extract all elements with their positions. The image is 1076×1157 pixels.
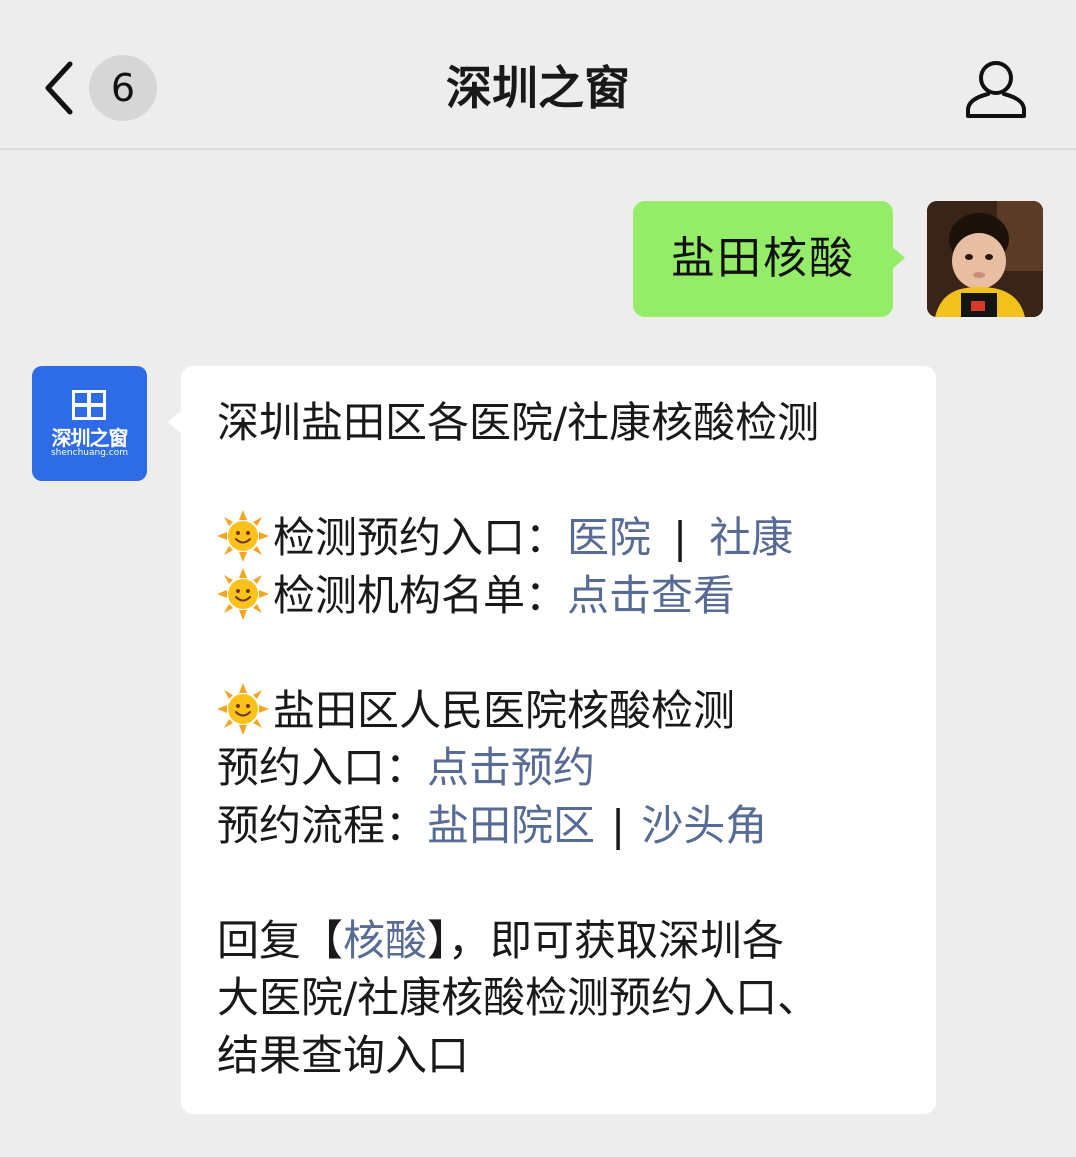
booking-flow-line: 预约流程：盐田院区 | 沙头角 bbox=[217, 798, 767, 854]
keyword-link[interactable]: 核酸 bbox=[343, 916, 427, 965]
appointment-label: 检测预约入口： bbox=[273, 513, 568, 562]
sun-emoji-icon bbox=[217, 510, 269, 562]
profile-icon[interactable] bbox=[964, 58, 1028, 120]
reply-hint-line-1: 回复【核酸】，即可获取深圳各 bbox=[217, 913, 784, 969]
view-list-link[interactable]: 点击查看 bbox=[567, 571, 735, 620]
booking-entry-label: 预约入口： bbox=[217, 743, 428, 792]
hospital-link[interactable]: 医院 bbox=[567, 513, 651, 562]
message-heading: 深圳盐田区各医院/社康核酸检测 bbox=[217, 398, 820, 447]
appointment-entry-line: 检测预约入口：医院 | 社康 bbox=[217, 510, 793, 566]
account-avatar[interactable]: 深圳之窗 shenchuang.com bbox=[32, 366, 147, 481]
hospital-title: 盐田区人民医院核酸检测 bbox=[273, 686, 736, 735]
community-health-link[interactable]: 社康 bbox=[709, 513, 793, 562]
separator: | bbox=[611, 801, 626, 850]
yantian-campus-link[interactable]: 盐田院区 bbox=[427, 801, 595, 850]
sun-emoji-icon bbox=[217, 683, 269, 735]
account-avatar-name: 深圳之窗 bbox=[51, 426, 129, 450]
sun-emoji-icon bbox=[217, 568, 269, 620]
nav-header: 6 深圳之窗 bbox=[0, 0, 1076, 150]
reply-hint-line-2: 大医院/社康核酸检测预约入口、 bbox=[217, 973, 820, 1022]
hospital-title-line: 盐田区人民医院核酸检测 bbox=[217, 683, 735, 739]
user-avatar[interactable] bbox=[927, 201, 1043, 317]
incoming-bubble-tail bbox=[168, 410, 182, 434]
institution-list-line: 检测机构名单：点击查看 bbox=[217, 568, 735, 624]
shatoujiao-link[interactable]: 沙头角 bbox=[641, 801, 767, 850]
booking-entry-line: 预约入口：点击预约 bbox=[217, 740, 595, 796]
unread-count-badge[interactable]: 6 bbox=[89, 55, 157, 121]
user-avatar-image bbox=[927, 201, 1043, 317]
booking-flow-label: 预约流程： bbox=[217, 801, 428, 850]
institution-list-label: 检测机构名单： bbox=[273, 571, 568, 620]
reply-prefix: 回复【 bbox=[217, 916, 344, 965]
separator: | bbox=[673, 513, 688, 562]
back-arrow-icon[interactable] bbox=[40, 58, 80, 118]
account-avatar-domain: shenchuang.com bbox=[50, 448, 128, 458]
outgoing-message-bubble[interactable]: 盐田核酸 bbox=[633, 201, 893, 317]
reply-suffix: 】，即可获取深圳各 bbox=[427, 916, 785, 965]
outgoing-bubble-tail bbox=[891, 246, 905, 270]
book-now-link[interactable]: 点击预约 bbox=[427, 743, 595, 792]
reply-hint-line-3: 结果查询入口 bbox=[217, 1031, 470, 1080]
chat-title: 深圳之窗 bbox=[446, 61, 630, 115]
window-logo-icon bbox=[72, 390, 106, 420]
